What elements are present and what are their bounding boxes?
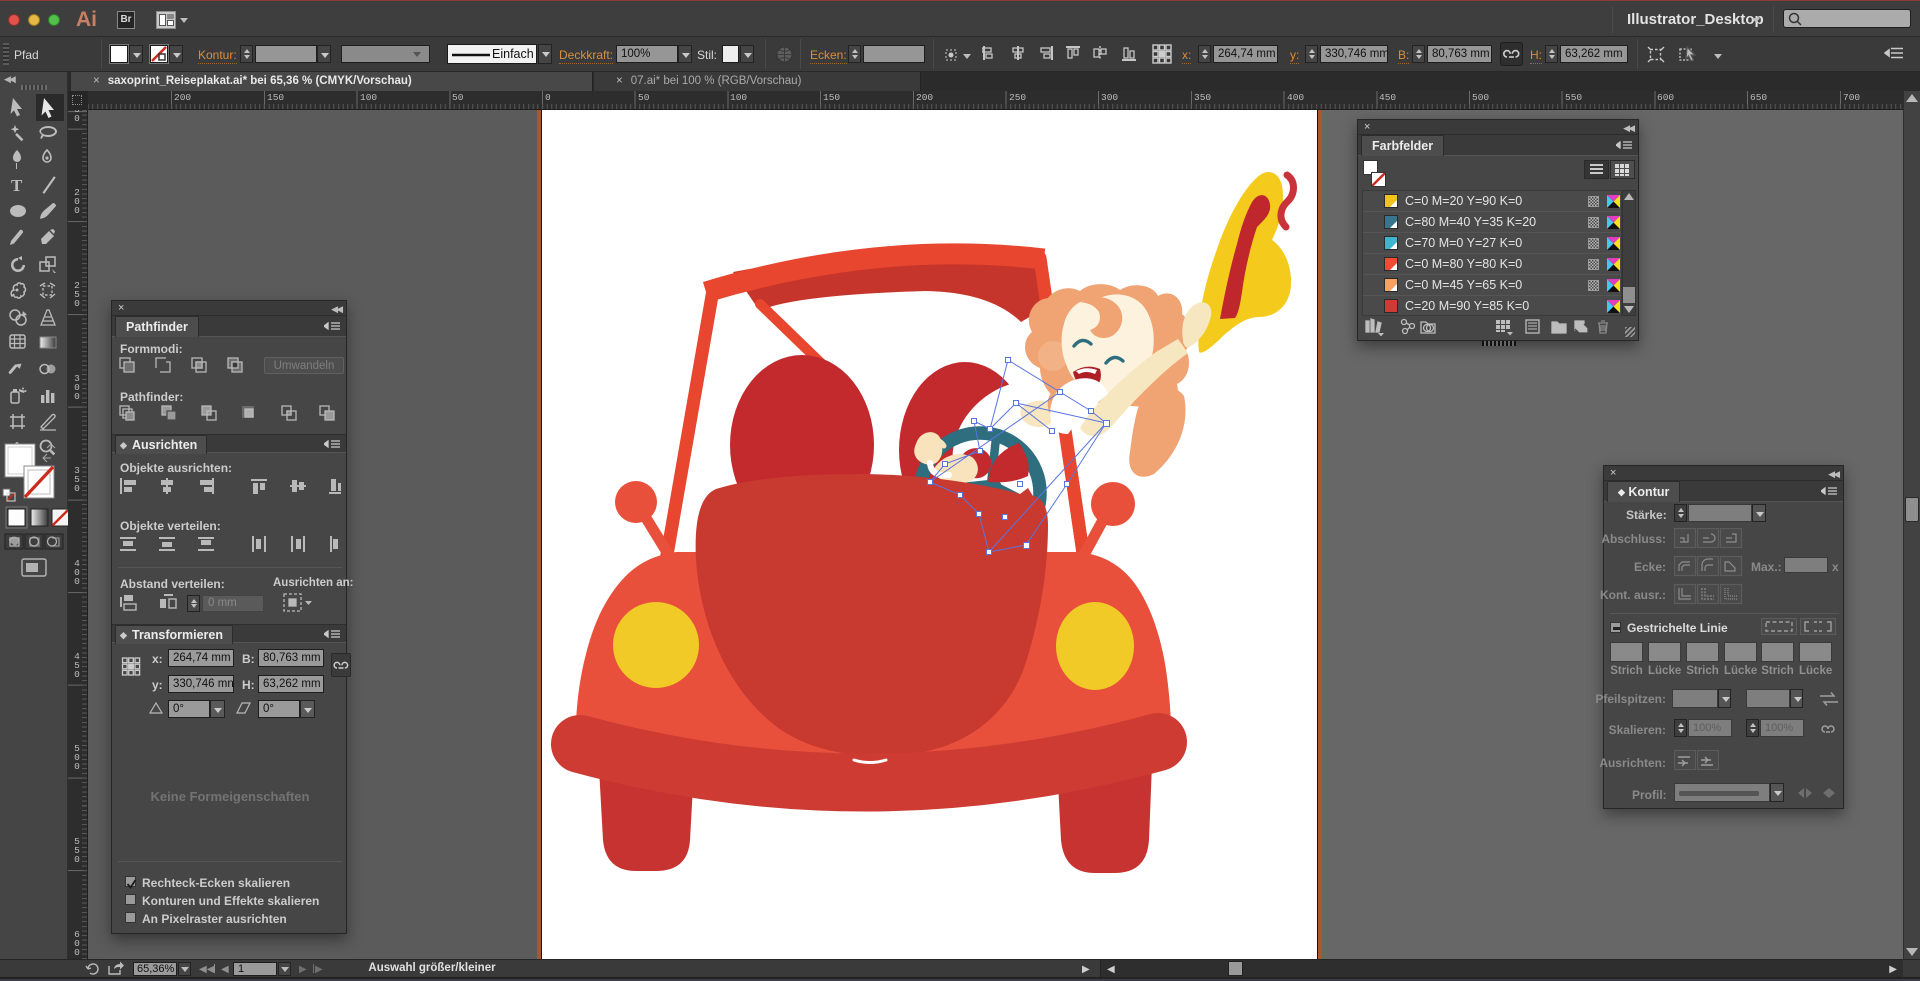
svg-text:T: T — [11, 176, 23, 195]
